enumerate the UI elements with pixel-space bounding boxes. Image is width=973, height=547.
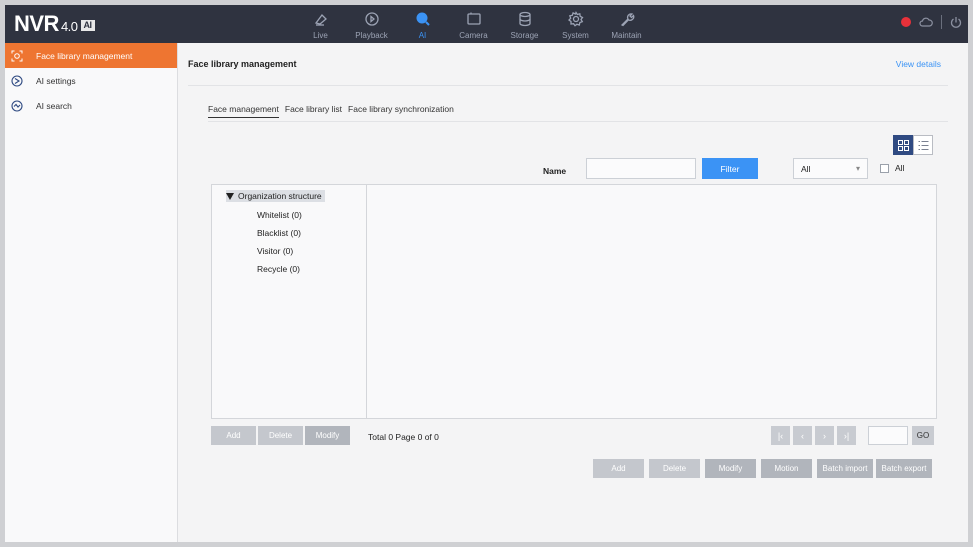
title-divider <box>188 85 948 86</box>
nav-ai-label: AI <box>418 31 427 40</box>
top-nav: Live Playback AI Camera Storage System M… <box>295 5 652 43</box>
pagination-controls: |‹ ‹ › ›| <box>771 426 856 445</box>
select-all-label: All <box>895 163 905 173</box>
power-icon[interactable] <box>950 16 962 29</box>
motion-button[interactable]: Motion <box>761 459 812 478</box>
sidebar: Face library management AI settings AI s… <box>5 43 178 542</box>
logo-version: 4.0 <box>60 19 78 34</box>
nav-live[interactable]: Live <box>295 5 346 43</box>
group-select-value: All <box>801 163 811 174</box>
tabs-divider <box>208 121 948 122</box>
batch-export-button[interactable]: Batch export <box>876 459 932 478</box>
tree-modify-button[interactable]: Modify <box>305 426 350 445</box>
ai-search-icon <box>11 99 23 112</box>
sidebar-item-face-library-management[interactable]: Face library management <box>5 43 177 68</box>
page-title: Face library management <box>188 59 297 69</box>
sidebar-item-ai-settings[interactable]: AI settings <box>5 68 177 93</box>
organization-tree: Organization structure Whitelist (0) Bla… <box>211 184 367 419</box>
tree-item-visitor[interactable]: Visitor (0) <box>257 246 293 256</box>
live-icon <box>314 14 327 26</box>
ai-settings-icon <box>11 74 23 87</box>
storage-icon <box>518 11 531 27</box>
sidebar-item-label: AI search <box>36 100 72 111</box>
cloud-icon[interactable] <box>919 16 933 28</box>
name-input[interactable] <box>586 158 696 179</box>
tab-face-library-synchronization[interactable]: Face library synchronization <box>348 104 454 118</box>
tree-root-label: Organization structure <box>238 191 322 201</box>
alarm-indicator-icon[interactable] <box>901 17 911 27</box>
last-page-button[interactable]: ›| <box>837 426 856 445</box>
view-toggle <box>893 135 933 155</box>
pagination-total: Total 0 Page 0 of 0 <box>368 432 439 442</box>
face-delete-button[interactable]: Delete <box>649 459 700 478</box>
nav-system-label: System <box>562 31 589 40</box>
tab-face-library-list[interactable]: Face library list <box>285 104 342 118</box>
face-grid-panel <box>366 184 937 419</box>
top-bar: NVR 4.0 AI Live Playback AI Camera Storage <box>5 5 968 43</box>
nav-camera-label: Camera <box>459 31 488 40</box>
tree-item-whitelist[interactable]: Whitelist (0) <box>257 210 302 220</box>
camera-icon <box>466 12 481 25</box>
filter-button[interactable]: Filter <box>702 158 758 179</box>
tab-face-management[interactable]: Face management <box>208 104 279 118</box>
face-add-button[interactable]: Add <box>593 459 644 478</box>
logo-ai-badge: AI <box>80 20 95 31</box>
nav-live-label: Live <box>313 31 328 40</box>
sidebar-item-ai-search[interactable]: AI search <box>5 93 177 118</box>
tab-bar: Face management Face library list Face l… <box>208 104 454 118</box>
checkbox-icon <box>880 163 889 173</box>
top-right-separator <box>941 15 942 29</box>
nav-system[interactable]: System <box>550 5 601 43</box>
system-gear-icon <box>567 11 583 27</box>
view-details-link[interactable]: View details <box>896 59 941 69</box>
page-number-input[interactable] <box>868 426 908 445</box>
wrench-icon <box>620 13 634 27</box>
tree-item-recycle[interactable]: Recycle (0) <box>257 264 300 274</box>
nvr-screen: NVR 4.0 AI Live Playback AI Camera Storage <box>5 5 968 542</box>
nav-ai[interactable]: AI <box>397 5 448 43</box>
logo-text: NVR <box>14 11 59 36</box>
face-library-icon <box>11 50 23 62</box>
nav-maintain[interactable]: Maintain <box>601 5 652 43</box>
name-label: Name <box>543 166 567 176</box>
batch-import-button[interactable]: Batch import <box>817 459 873 478</box>
nav-playback-label: Playback <box>355 31 388 40</box>
ai-icon <box>416 12 430 26</box>
nav-maintain-label: Maintain <box>611 31 642 40</box>
nav-playback[interactable]: Playback <box>346 5 397 43</box>
tree-item-blacklist[interactable]: Blacklist (0) <box>257 228 301 238</box>
sidebar-item-label: Face library management <box>36 50 133 61</box>
select-all-checkbox[interactable]: All <box>880 163 904 173</box>
next-page-button[interactable]: › <box>815 426 834 445</box>
tree-add-button[interactable]: Add <box>211 426 256 445</box>
sidebar-item-label: AI settings <box>36 75 76 86</box>
tree-delete-button[interactable]: Delete <box>258 426 303 445</box>
go-button[interactable]: GO <box>912 426 934 445</box>
expand-triangle-icon[interactable] <box>226 192 234 200</box>
nav-camera[interactable]: Camera <box>448 5 499 43</box>
first-page-button[interactable]: |‹ <box>771 426 790 445</box>
nav-storage[interactable]: Storage <box>499 5 550 43</box>
main-panel: Face library management View details Fac… <box>178 43 968 542</box>
tree-root-organization-structure[interactable]: Organization structure <box>226 190 325 202</box>
logo: NVR 4.0 AI <box>14 11 95 37</box>
prev-page-button[interactable]: ‹ <box>793 426 812 445</box>
group-select[interactable]: All ▾ <box>793 158 868 179</box>
grid-view-button[interactable] <box>893 135 913 155</box>
list-view-icon <box>918 140 928 150</box>
list-view-button[interactable] <box>913 135 933 155</box>
nav-storage-label: Storage <box>510 31 539 40</box>
top-right-controls <box>901 15 962 29</box>
chevron-down-icon: ▾ <box>855 164 860 173</box>
grid-view-icon <box>897 139 909 151</box>
playback-icon <box>364 12 379 26</box>
face-modify-button[interactable]: Modify <box>705 459 756 478</box>
